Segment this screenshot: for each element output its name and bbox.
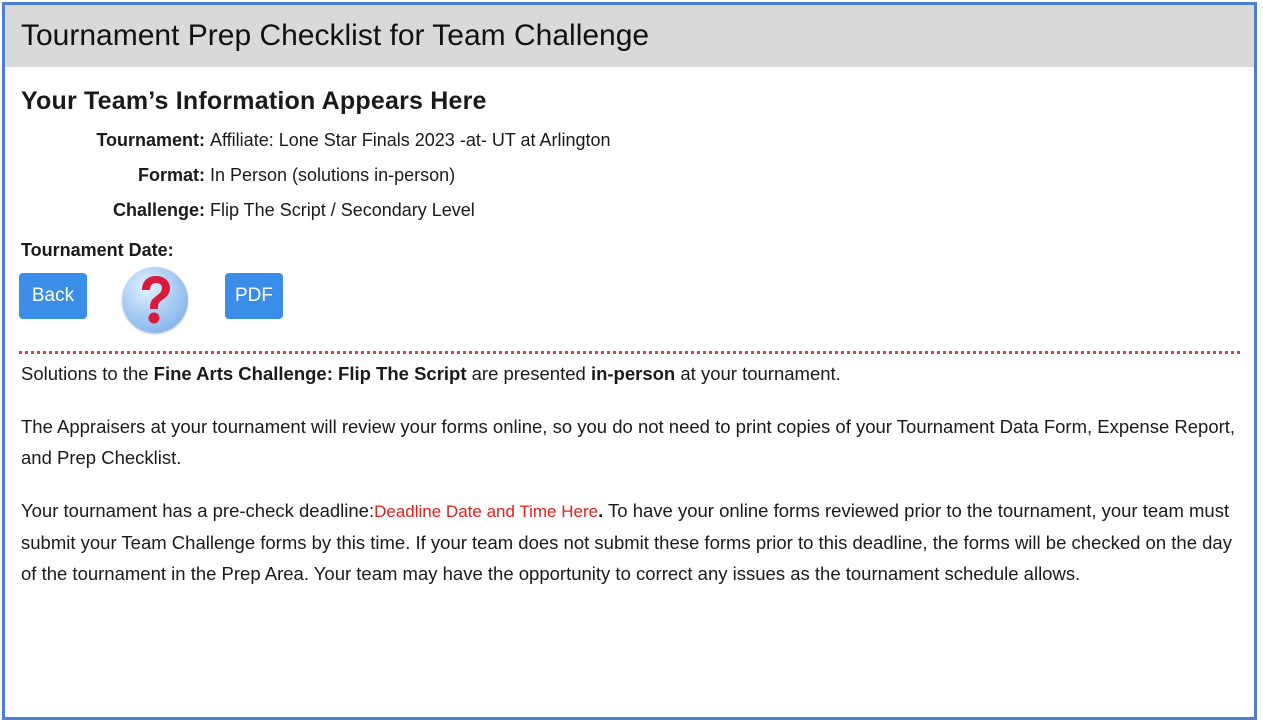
deadline-text: Deadline Date and Time Here: [374, 502, 599, 521]
info-row-tournament: Tournament: Affiliate: Lone Star Finals …: [5, 130, 1254, 165]
paragraph-appraisers: The Appraisers at your tournament will r…: [21, 416, 1236, 468]
challenge-value: Flip The Script / Secondary Level: [210, 200, 475, 220]
tournament-value: Affiliate: Lone Star Finals 2023 -at- UT…: [210, 130, 611, 150]
team-info: Tournament: Affiliate: Lone Star Finals …: [5, 130, 1254, 235]
question-mark-icon: [142, 276, 170, 324]
p1-text-pre: Solutions to the: [21, 363, 154, 384]
pdf-button[interactable]: PDF: [225, 273, 283, 319]
page-frame: Tournament Prep Checklist for Team Chall…: [2, 2, 1257, 720]
instructions: Solutions to the Fine Arts Challenge: Fl…: [5, 354, 1254, 589]
format-value: In Person (solutions in-person): [210, 165, 456, 185]
action-buttons: Back PDF: [5, 265, 1254, 345]
info-row-challenge: Challenge: Flip The Script / Secondary L…: [5, 200, 1254, 235]
page-title: Tournament Prep Checklist for Team Chall…: [21, 19, 650, 52]
paragraph-solutions: Solutions to the Fine Arts Challenge: Fl…: [21, 358, 1238, 389]
challenge-name: Fine Arts Challenge: Flip The Script: [153, 363, 467, 384]
p1-text-mid: are presented: [466, 363, 591, 384]
tournament-date-label: Tournament Date:: [21, 239, 174, 260]
info-row-format: Format: In Person (solutions in-person): [5, 165, 1254, 200]
challenge-label: Challenge:: [112, 200, 205, 220]
p1-text-post: at your tournament.: [675, 363, 841, 384]
section-heading: Your Team’s Information Appears Here: [21, 87, 487, 115]
presentation-mode: in-person: [590, 363, 676, 384]
format-label: Format:: [138, 165, 205, 185]
paragraph-deadline: Your tournament has a pre-check deadline…: [21, 495, 1238, 589]
tournament-label: Tournament:: [96, 130, 205, 150]
page-title-bar: Tournament Prep Checklist for Team Chall…: [5, 5, 1254, 67]
p3-text-pre: Your tournament has a pre-check deadline…: [21, 500, 375, 521]
help-button[interactable]: [122, 267, 188, 333]
back-button[interactable]: Back: [19, 273, 87, 319]
